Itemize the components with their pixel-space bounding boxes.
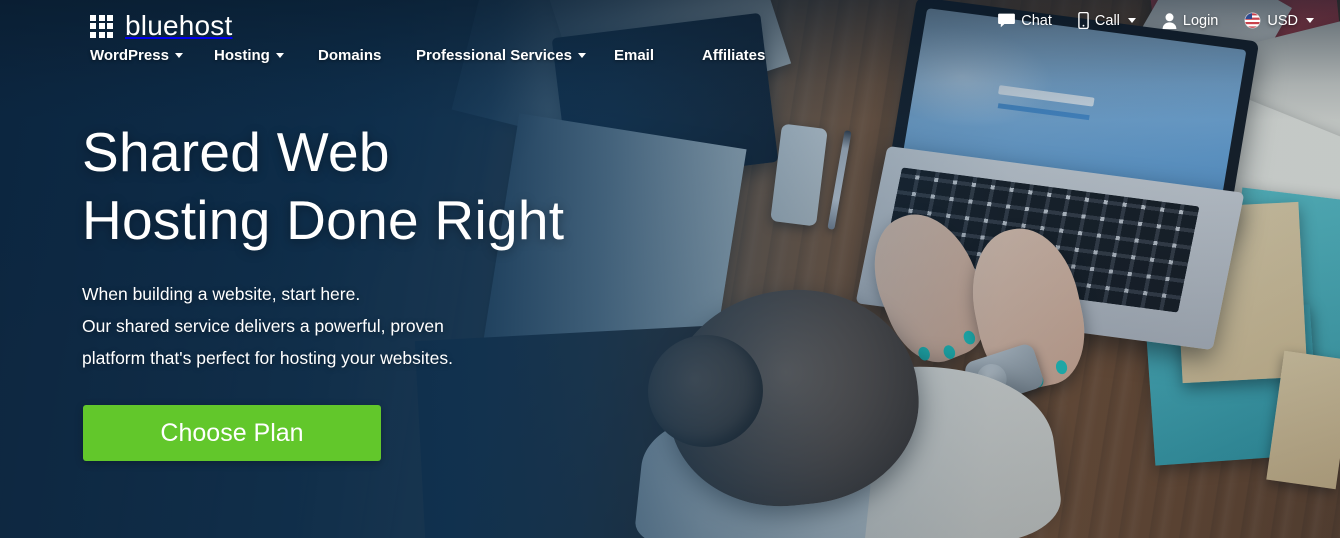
utility-item-login[interactable]: Login: [1162, 13, 1218, 29]
chevron-down-icon: [577, 52, 586, 58]
nav-item-label: Domains: [318, 46, 382, 64]
nav-item-affiliates[interactable]: Affiliates: [702, 47, 765, 64]
chevron-down-icon: [275, 52, 284, 58]
chevron-down-icon: [1127, 18, 1136, 23]
mobile-phone-icon: [1078, 12, 1089, 29]
headline-line-2: Hosting Done Right: [82, 189, 565, 251]
nav-item-label: Professional Services: [416, 46, 572, 64]
user-person-icon: [1162, 12, 1177, 29]
hero-content: Chat Call Login USD bluehost WordPress H…: [0, 0, 1340, 538]
grid-squares-icon: [90, 14, 113, 38]
utility-item-label: USD: [1267, 12, 1298, 29]
choose-plan-button[interactable]: Choose Plan: [83, 405, 381, 461]
utility-item-chat[interactable]: Chat: [998, 13, 1052, 29]
chevron-down-icon: [174, 52, 183, 58]
utility-item-label: Call: [1094, 12, 1120, 29]
utility-item-label: Login: [1182, 12, 1219, 29]
nav-item-label: Email: [614, 46, 655, 64]
headline-line-1: Shared Web: [82, 121, 390, 183]
subcopy-line-3: platform that's perfect for hosting your…: [82, 348, 454, 368]
chevron-down-icon: [1306, 18, 1314, 23]
hero-subcopy: When building a website, start here. Our…: [82, 278, 453, 374]
nav-item-label: Affiliates: [702, 46, 766, 64]
nav-item-label: WordPress: [90, 46, 169, 64]
brand-name: bluehost: [125, 10, 233, 41]
utility-nav: Chat Call Login USD: [998, 12, 1314, 29]
hero-headline: Shared Web Hosting Done Right: [82, 118, 564, 254]
us-flag-icon: [1244, 12, 1261, 29]
nav-item-hosting[interactable]: Hosting: [214, 47, 284, 64]
nav-item-professional-services[interactable]: Professional Services: [416, 47, 586, 64]
brand-logo[interactable]: bluehost: [90, 12, 232, 40]
chat-bubble-icon: [998, 13, 1016, 28]
utility-item-currency[interactable]: USD: [1244, 12, 1314, 29]
utility-item-call[interactable]: Call: [1078, 12, 1136, 29]
nav-item-label: Hosting: [214, 46, 270, 64]
subcopy-line-2: Our shared service delivers a powerful, …: [82, 316, 444, 336]
nav-item-domains[interactable]: Domains: [318, 47, 381, 64]
subcopy-line-1: When building a website, start here.: [82, 284, 361, 304]
utility-item-label: Chat: [1021, 12, 1052, 29]
nav-item-wordpress[interactable]: WordPress: [90, 47, 183, 64]
hero-banner: Chat Call Login USD bluehost WordPress H…: [0, 0, 1340, 538]
nav-item-email[interactable]: Email: [614, 47, 654, 64]
